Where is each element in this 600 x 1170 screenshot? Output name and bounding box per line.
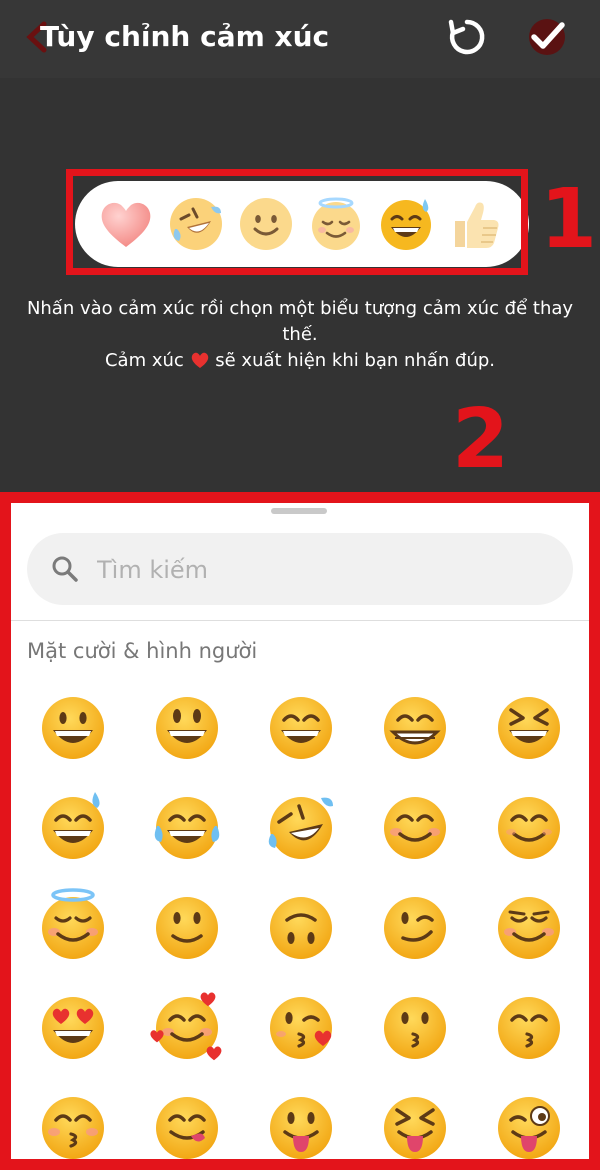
annotation-box-1 [66, 169, 528, 275]
checkmark-icon [529, 19, 565, 55]
annotation-label-1: 1 [540, 172, 598, 267]
instruction-line-2: Cảm xúc sẽ xuất hiện khi bạn nhấn đúp. [104, 350, 496, 371]
reset-button[interactable] [444, 14, 490, 60]
reset-icon [448, 19, 485, 55]
page-title: Tùy chỉnh cảm xúc [40, 20, 330, 53]
annotation-box-2 [0, 492, 600, 1170]
instruction-line-1: Nhấn vào cảm xúc rồi chọn một biểu tượng… [26, 298, 574, 345]
header-bar: Tùy chỉnh cảm xúc [0, 0, 600, 78]
confirm-button[interactable] [524, 14, 570, 60]
instructions-text: Nhấn vào cảm xúc rồi chọn một biểu tượng… [20, 296, 580, 374]
annotation-label-2: 2 [452, 392, 510, 487]
customize-reactions-screen: Tùy chỉnh cảm xúc 1 Nhấn vào cảm xúc rồi… [0, 0, 600, 1170]
heart-icon [191, 352, 208, 368]
